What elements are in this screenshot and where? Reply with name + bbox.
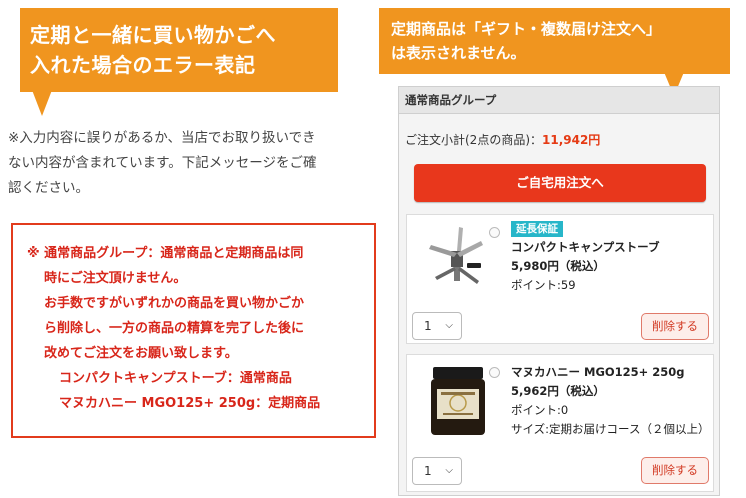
- callout-line: は表示されません。: [391, 44, 526, 62]
- item-info: 延長保証 コンパクトキャンプストーブ 5,980円（税込） ポイント:59: [511, 219, 659, 295]
- callout-tail: [32, 90, 52, 116]
- extended-warranty-badge: 延長保証: [511, 221, 563, 237]
- cart-panel: 通常商品グループ ご注文小計(2点の商品)：11,942円 ご自宅用注文へ 延長…: [398, 86, 720, 496]
- input-notice: ※入力内容に誤りがあるか、当店でお取り扱いでき ない内容が含まれています。下記メ…: [8, 126, 368, 201]
- error-line: ※ 通常商品グループ：通常商品と定期商品は同: [27, 246, 304, 261]
- callout-line: 入れた場合のエラー表記: [30, 53, 256, 77]
- product-points: ポイント:0: [511, 403, 569, 417]
- quantity-value: 1: [424, 464, 432, 478]
- subtotal-value: 11,942円: [542, 133, 601, 147]
- subtotal-label: ご注文小計(2点の商品)：: [405, 133, 542, 147]
- cart-group-header: 通常商品グループ: [399, 87, 719, 114]
- cart-subtotal: ご注文小計(2点の商品)：11,942円: [405, 131, 600, 148]
- quantity-value: 1: [424, 319, 432, 333]
- callout-line: 定期商品は「ギフト・複数届け注文へ」: [391, 20, 662, 38]
- chevron-down-icon: ⌵: [445, 465, 453, 476]
- chevron-down-icon: ⌵: [445, 320, 453, 331]
- error-line: 改めてご注文をお願い致します。: [44, 346, 238, 361]
- error-line: コンパクトキャンプストーブ：通常商品: [59, 371, 292, 386]
- delete-button[interactable]: 削除する: [641, 457, 709, 484]
- cart-item: マヌカハニー MGO125+ 250g 5,962円（税込） ポイント:0 サイ…: [406, 354, 714, 492]
- product-name[interactable]: マヌカハニー MGO125+ 250g: [511, 363, 709, 382]
- error-line: マヌカハニー MGO125+ 250g：定期商品: [59, 396, 321, 411]
- notice-line: 認ください。: [8, 180, 89, 196]
- cart-item: 延長保証 コンパクトキャンプストーブ 5,980円（税込） ポイント:59 1 …: [406, 214, 714, 344]
- error-annotation-callout: 定期と一緒に買い物かごへ 入れた場合のエラー表記: [20, 8, 338, 116]
- item-info: マヌカハニー MGO125+ 250g 5,962円（税込） ポイント:0 サイ…: [511, 363, 709, 439]
- product-price: 5,962円（税込）: [511, 384, 605, 398]
- error-line: ら削除し、一方の商品の精算を完了した後に: [44, 321, 305, 336]
- callout-line: 定期と一緒に買い物かごへ: [30, 23, 276, 47]
- product-price: 5,980円（税込）: [511, 259, 605, 273]
- notice-line: ※入力内容に誤りがあるか、当店でお取り扱いでき: [8, 130, 316, 146]
- manuka-honey-image: [431, 367, 485, 435]
- gift-annotation-callout: 定期商品は「ギフト・複数届け注文へ」 は表示されません。: [379, 8, 730, 96]
- product-name[interactable]: コンパクトキャンプストーブ: [511, 238, 659, 257]
- select-radio[interactable]: [489, 227, 500, 238]
- delete-button[interactable]: 削除する: [641, 313, 709, 340]
- error-line: 時にご注文頂けません。: [44, 271, 187, 286]
- notice-line: ない内容が含まれています。下記メッセージをご確: [8, 155, 317, 171]
- quantity-select[interactable]: 1 ⌵: [412, 457, 462, 485]
- product-points: ポイント:59: [511, 278, 576, 292]
- camp-stove-image: [429, 227, 483, 284]
- product-size: サイズ:定期お届けコース（２個以上）: [511, 422, 710, 436]
- error-message-box: ※ 通常商品グループ：通常商品と定期商品は同 時にご注文頂けません。 お手数です…: [11, 223, 376, 438]
- quantity-select[interactable]: 1 ⌵: [412, 312, 462, 340]
- error-line: お手数ですがいずれかの商品を買い物かごか: [44, 296, 305, 311]
- select-radio[interactable]: [489, 367, 500, 378]
- home-order-button[interactable]: ご自宅用注文へ: [414, 164, 706, 202]
